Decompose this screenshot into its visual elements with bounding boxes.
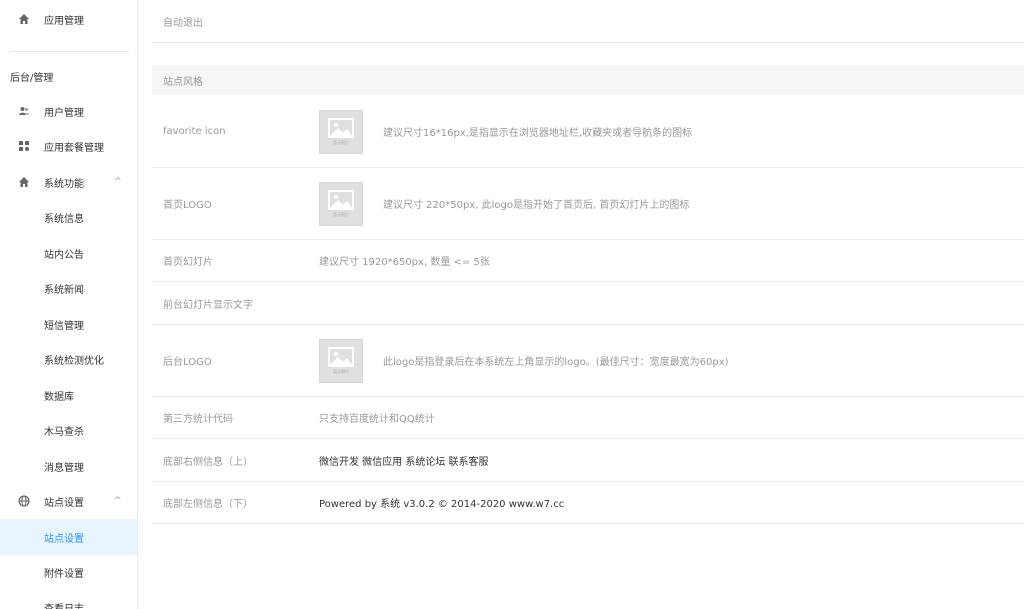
row-home-logo: 首页LOGO 暂无图片 建议尺寸 220*50px, 此logo是指开始了首页后… [152,168,1024,240]
row-home-slides[interactable]: 首页幻灯片 建议尺寸 1920*650px, 数量 <= 5张 [152,240,1024,282]
row-front-slide-text[interactable]: 前台幻灯片显示文字 [152,282,1024,325]
third-party-stats-hint: 只支持百度统计和QQ统计 [319,414,435,425]
sidebar-item-site-settings[interactable]: 站点设置 [0,519,137,555]
home-logo-upload-thumb[interactable]: 暂无图片 [319,182,363,226]
sidebar: 应用管理 后台/管理 用户管理 应用套餐管理 系统功能 ^ 系统信息 站内公告 … [0,0,138,609]
settings-panel: 自动退出 站点风格 favorite icon 暂无图片 建议尺寸16*16px… [152,0,1024,609]
sidebar-item-label: 站点设置 [44,497,84,509]
sidebar-item-label: 系统功能 [44,178,84,190]
admin-logo-hint: 此logo是指登录后在本系统左上角显示的logo。(最佳尺寸：宽度最宽为60px… [383,357,729,368]
sidebar-item-system-news[interactable]: 系统新闻 [0,271,137,305]
home-icon [17,12,31,26]
row-label: 首页LOGO [163,200,212,211]
sidebar-item-label: 短信管理 [44,320,84,332]
sidebar-item-label: 系统新闻 [44,284,84,296]
sidebar-item-label: 应用管理 [44,15,84,27]
home-icon [17,175,31,189]
favicon-hint: 建议尺寸16*16px,是指显示在浏览器地址栏,收藏夹或者导航条的图标 [383,128,693,139]
footer-left-value: Powered by 系统 v3.0.2 © 2014-2020 www.w7.… [319,499,565,510]
row-label: 前台幻灯片显示文字 [163,299,253,311]
sidebar-item-label: 应用套餐管理 [44,142,104,154]
sidebar-item-site-settings-group[interactable]: 站点设置 ^ [0,484,137,518]
sidebar-item-trojan-scan[interactable]: 木马查杀 [0,413,137,447]
image-placeholder-icon [328,118,354,138]
row-label: 底部左侧信息（下） [163,499,253,510]
row-label: 底部右侧信息（上） [163,456,253,468]
sidebar-item-label: 木马查杀 [44,426,84,438]
sidebar-item-label: 消息管理 [44,462,84,474]
row-third-party-stats[interactable]: 第三方统计代码 只支持百度统计和QQ统计 [152,397,1024,439]
thumb-caption: 暂无图片 [333,140,349,145]
sidebar-item-system-functions[interactable]: 系统功能 ^ [0,165,137,199]
row-auto-logout[interactable]: 自动退出 [152,0,1024,43]
grid-icon [17,139,31,153]
sidebar-item-user-management[interactable]: 用户管理 [0,94,137,128]
footer-right-value: 微信开发 微信应用 系统论坛 联系客服 [319,456,489,468]
sidebar-item-message-management[interactable]: 消息管理 [0,449,137,483]
thumb-caption: 暂无图片 [333,212,349,217]
home-slides-hint: 建议尺寸 1920*650px, 数量 <= 5张 [319,257,490,268]
image-placeholder-icon [328,347,354,367]
row-footer-right[interactable]: 底部右侧信息（上） 微信开发 微信应用 系统论坛 联系客服 [152,439,1024,482]
sidebar-item-label: 站内公告 [44,249,84,261]
thumb-caption: 暂无图片 [333,369,349,374]
sidebar-item-database[interactable]: 数据库 [0,378,137,412]
sidebar-item-label: 用户管理 [44,107,84,119]
admin-logo-upload-thumb[interactable]: 暂无图片 [319,339,363,383]
chevron-up-icon: ^ [114,496,122,506]
row-admin-logo: 后台LOGO 暂无图片 此logo是指登录后在本系统左上角显示的logo。(最佳… [152,325,1024,397]
section-header: 站点风格 [152,65,1024,95]
sidebar-item-label: 系统检测优化 [44,355,104,367]
sidebar-item-system-check[interactable]: 系统检测优化 [0,342,137,376]
sidebar-item-app-package-management[interactable]: 应用套餐管理 [0,129,137,163]
sidebar-item-sms-management[interactable]: 短信管理 [0,307,137,341]
sidebar-item-system-info[interactable]: 系统信息 [0,200,137,234]
sidebar-item-label: 站点设置 [44,533,84,545]
sidebar-item-attachment-settings[interactable]: 附件设置 [0,555,137,589]
chevron-up-icon: ^ [114,177,122,187]
sidebar-section-title: 后台/管理 [10,73,54,84]
image-placeholder-icon [328,190,354,210]
row-label: 第三方统计代码 [163,414,233,425]
row-label: favorite icon [163,126,226,137]
globe-icon [17,494,31,508]
sidebar-item-label: 系统信息 [44,213,84,225]
row-favicon: favorite icon 暂无图片 建议尺寸16*16px,是指显示在浏览器地… [152,96,1024,168]
favicon-upload-thumb[interactable]: 暂无图片 [319,110,363,154]
sidebar-item-app-management[interactable]: 应用管理 [0,2,137,36]
row-label: 首页幻灯片 [163,257,213,268]
sidebar-item-view-logs[interactable]: 查看日志 [0,590,137,609]
users-icon [17,104,31,118]
home-logo-hint: 建议尺寸 220*50px, 此logo是指开始了首页后, 首页幻灯片上的图标 [383,200,690,211]
sidebar-item-announcements[interactable]: 站内公告 [0,236,137,270]
section-title: 站点风格 [163,76,203,88]
row-label: 后台LOGO [163,357,212,368]
row-label: 自动退出 [163,17,203,29]
sidebar-item-label: 查看日志 [44,603,84,609]
row-footer-left[interactable]: 底部左侧信息（下） Powered by 系统 v3.0.2 © 2014-20… [152,482,1024,524]
sidebar-item-label: 附件设置 [44,568,84,580]
sidebar-divider [10,51,129,52]
sidebar-item-label: 数据库 [44,391,74,403]
